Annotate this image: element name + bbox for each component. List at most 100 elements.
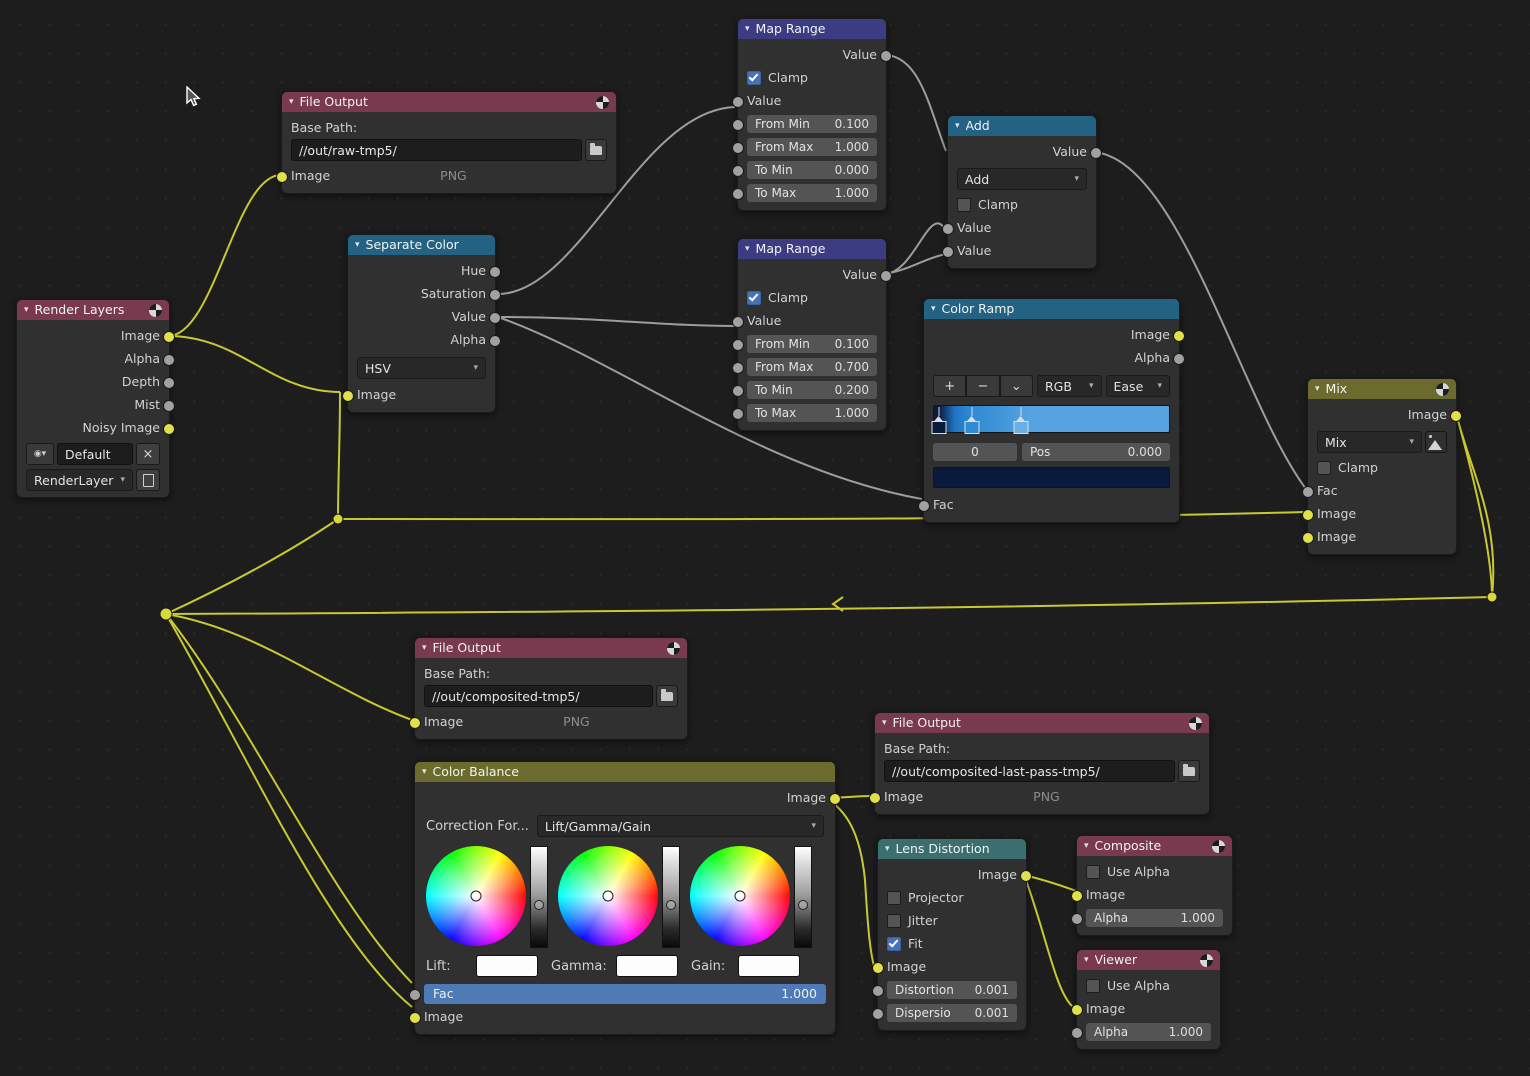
- socket-alpha-out[interactable]: [163, 354, 175, 366]
- interpolation-dropdown[interactable]: Ease▾: [1106, 375, 1171, 397]
- use-alpha-checkbox[interactable]: [1086, 865, 1100, 879]
- node-header-render-layers[interactable]: ▾ Render Layers: [17, 300, 169, 320]
- output-alpha[interactable]: Alpha: [17, 347, 169, 370]
- ramp-stop-1[interactable]: [964, 421, 979, 434]
- input-image-1[interactable]: Image: [1308, 502, 1456, 525]
- clamp-row[interactable]: Clamp: [738, 286, 886, 309]
- socket-dispersion-in[interactable]: [872, 1008, 884, 1020]
- socket-hue-out[interactable]: [489, 266, 501, 278]
- fit-checkbox[interactable]: [887, 937, 901, 951]
- socket-alpha-in[interactable]: [1071, 913, 1083, 925]
- socket-alpha-out[interactable]: [1173, 353, 1185, 365]
- gamma-picker[interactable]: [603, 891, 614, 902]
- socket-image-in-1[interactable]: [1302, 509, 1314, 521]
- remove-stop-button[interactable]: −: [966, 375, 999, 397]
- node-header-color-ramp[interactable]: ▾ Color Ramp: [924, 299, 1179, 319]
- add-stop-button[interactable]: +: [933, 375, 966, 397]
- input-image-row[interactable]: Image: [1077, 883, 1232, 906]
- collapse-chevron-icon[interactable]: ▾: [885, 839, 890, 859]
- socket-to-max-in[interactable]: [732, 188, 744, 200]
- input-image-row[interactable]: Image PNG: [875, 785, 1209, 808]
- folder-icon[interactable]: [1178, 760, 1200, 782]
- socket-image-in[interactable]: [869, 792, 881, 804]
- clamp-checkbox[interactable]: [747, 291, 761, 305]
- socket-image-out[interactable]: [1173, 330, 1185, 342]
- lift-color-wheel[interactable]: [426, 846, 526, 946]
- field-from-min[interactable]: From Min0.100: [738, 332, 886, 355]
- input-image-row[interactable]: Image PNG: [282, 164, 616, 187]
- socket-alpha-in[interactable]: [1071, 1027, 1083, 1039]
- field-from-max[interactable]: From Max0.700: [738, 355, 886, 378]
- projector-checkbox[interactable]: [887, 891, 901, 905]
- use-alpha-row[interactable]: Use Alpha: [1077, 860, 1232, 883]
- socket-image-in[interactable]: [276, 171, 288, 183]
- node-header-mix[interactable]: ▾ Mix: [1308, 379, 1456, 399]
- gamma-value-picker[interactable]: [666, 900, 676, 910]
- output-image[interactable]: Image: [878, 863, 1026, 886]
- collapse-chevron-icon[interactable]: ▾: [931, 299, 936, 319]
- blend-mode-row[interactable]: Mix▾: [1317, 431, 1447, 453]
- jitter-checkbox[interactable]: [887, 914, 901, 928]
- clear-scene-icon[interactable]: ×: [136, 443, 160, 465]
- input-image-row[interactable]: Image: [415, 1005, 835, 1028]
- node-header-viewer[interactable]: ▾ Viewer: [1077, 950, 1220, 970]
- lift-field[interactable]: [476, 955, 538, 977]
- socket-image-in[interactable]: [1071, 1004, 1083, 1016]
- output-alpha[interactable]: Alpha: [924, 346, 1179, 369]
- image-preview-icon[interactable]: [1425, 431, 1447, 453]
- gamma-value-slider[interactable]: [662, 846, 680, 948]
- socket-image-in[interactable]: [409, 717, 421, 729]
- socket-image-in-2[interactable]: [1302, 532, 1314, 544]
- node-map-range-2[interactable]: ▾ Map Range Value Clamp Value From Min0.…: [737, 238, 887, 431]
- ramp-pos-field[interactable]: Pos0.000: [1022, 443, 1170, 461]
- collapse-chevron-icon[interactable]: ▾: [422, 762, 427, 782]
- socket-from-min-in[interactable]: [732, 339, 744, 351]
- node-editor-canvas[interactable]: ▾ Render Layers Image Alpha Depth Mist N…: [0, 0, 1530, 1076]
- input-image-row[interactable]: Image PNG: [415, 710, 687, 733]
- scene-icon[interactable]: ◉▾: [26, 443, 54, 465]
- ramp-stop-0[interactable]: [931, 421, 946, 434]
- node-header-color-balance[interactable]: ▾ Color Balance: [415, 762, 835, 782]
- input-value-2[interactable]: Value: [948, 239, 1096, 262]
- field-from-max[interactable]: From Max1.000: [738, 135, 886, 158]
- collapse-chevron-icon[interactable]: ▾: [1084, 950, 1089, 970]
- collapse-chevron-icon[interactable]: ▾: [955, 116, 960, 136]
- node-header-composite[interactable]: ▾ Composite: [1077, 836, 1232, 856]
- clamp-checkbox[interactable]: [957, 198, 971, 212]
- node-separate-color[interactable]: ▾ Separate Color Hue Saturation Value Al…: [347, 234, 496, 413]
- field-to-min[interactable]: To Min0.000: [738, 158, 886, 181]
- node-file-output-composited[interactable]: ▾ File Output Base Path: //out/composite…: [414, 637, 688, 740]
- output-depth[interactable]: Depth: [17, 370, 169, 393]
- gain-color-wheel[interactable]: [690, 846, 790, 946]
- socket-image-in[interactable]: [872, 962, 884, 974]
- socket-value-in[interactable]: [732, 316, 744, 328]
- color-mode-dropdown[interactable]: HSV▾: [357, 357, 486, 379]
- collapse-chevron-icon[interactable]: ▾: [1315, 379, 1320, 399]
- gamma-wheel-group[interactable]: [558, 846, 680, 948]
- node-viewer[interactable]: ▾ Viewer Use Alpha Image Alpha1.000: [1076, 949, 1221, 1050]
- base-path-input[interactable]: //out/composited-last-pass-tmp5/: [884, 760, 1175, 782]
- field-alpha[interactable]: Alpha1.000: [1077, 906, 1232, 929]
- socket-alpha-out[interactable]: [489, 335, 501, 347]
- gamma-color-wheel[interactable]: [558, 846, 658, 946]
- jitter-row[interactable]: Jitter: [878, 909, 1026, 932]
- interpolation-space-dropdown[interactable]: RGB▾: [1037, 375, 1102, 397]
- clamp-checkbox[interactable]: [1317, 461, 1331, 475]
- node-header-map-range[interactable]: ▾ Map Range: [738, 19, 886, 39]
- output-noisy-image[interactable]: Noisy Image: [17, 416, 169, 439]
- socket-from-max-in[interactable]: [732, 142, 744, 154]
- gain-wheel-group[interactable]: [690, 846, 812, 948]
- collapse-chevron-icon[interactable]: ▾: [882, 713, 887, 733]
- socket-image-out[interactable]: [829, 793, 841, 805]
- projector-row[interactable]: Projector: [878, 886, 1026, 909]
- correction-formula-dropdown[interactable]: Lift/Gamma/Gain▾: [537, 815, 824, 837]
- socket-mist-out[interactable]: [163, 400, 175, 412]
- output-value[interactable]: Value: [948, 140, 1096, 163]
- field-to-max[interactable]: To Max1.000: [738, 401, 886, 424]
- socket-image-in[interactable]: [1071, 890, 1083, 902]
- field-from-min[interactable]: From Min0.100: [738, 112, 886, 135]
- ramp-toolbar[interactable]: + − ⌄ RGB▾ Ease▾: [933, 375, 1170, 397]
- wheel-fields-row[interactable]: Lift: Gamma: Gain:: [426, 955, 824, 977]
- input-image-row[interactable]: Image: [878, 955, 1026, 978]
- socket-image-in[interactable]: [342, 390, 354, 402]
